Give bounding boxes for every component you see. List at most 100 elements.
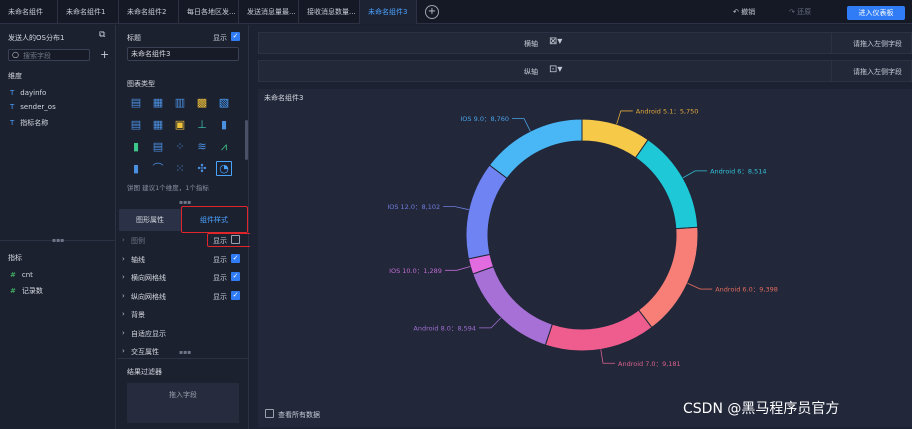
slice-label: Android 7.0：9,181 bbox=[618, 360, 681, 368]
y-axis-label: 纵轴 bbox=[524, 68, 538, 76]
treemap-icon[interactable]: ▩ bbox=[195, 97, 209, 108]
view-all-checkbox[interactable] bbox=[265, 409, 274, 418]
multi-column-icon[interactable]: ▮ bbox=[129, 163, 143, 174]
grouped-column-icon[interactable]: ▮ bbox=[129, 141, 143, 152]
panel-divider bbox=[117, 358, 249, 359]
donut-chart: Android 5.1：5,750 Android 6：8,514 Android … bbox=[387, 107, 778, 368]
style-row-label[interactable]: 横向网格线 bbox=[131, 273, 166, 283]
x-axis-shelf[interactable]: 横轴 ⊠▾ 请拖入左侧字段 bbox=[258, 32, 912, 54]
watermark: CSDN @黑马程序员官方 bbox=[683, 401, 840, 417]
crosstab-icon[interactable]: ▦ bbox=[151, 97, 165, 108]
slice-label: IOS 10.0：1,289 bbox=[389, 267, 442, 275]
highlight-box bbox=[181, 206, 248, 233]
measure-item[interactable]: # cnt bbox=[10, 271, 33, 279]
field-search-input[interactable]: ○ 搜索字段 bbox=[8, 49, 90, 61]
add-field-button[interactable]: + bbox=[100, 48, 109, 61]
cluster-icon[interactable]: ✣ bbox=[195, 163, 209, 174]
pie-slice[interactable] bbox=[544, 309, 653, 352]
drag-handle-icon[interactable]: ▪▪▪ bbox=[52, 237, 64, 244]
waterfall-icon[interactable]: ≋ bbox=[195, 141, 209, 152]
tab-item[interactable]: 未命名组件 bbox=[0, 0, 58, 24]
tab-item[interactable]: 每日各地区发... bbox=[179, 0, 239, 24]
redo-button[interactable]: ↷ 还原 bbox=[789, 0, 811, 24]
chart-grid-scrollbar[interactable] bbox=[245, 120, 248, 160]
add-tab-button[interactable]: + bbox=[425, 5, 439, 19]
drag-handle-icon[interactable]: ▪▪▪ bbox=[179, 199, 191, 206]
pie-slice[interactable] bbox=[465, 164, 508, 260]
area-icon[interactable]: ⌒ bbox=[151, 163, 165, 174]
tab-item[interactable]: 未命名组件1 bbox=[58, 0, 119, 24]
chevron-right-icon[interactable]: › bbox=[122, 310, 125, 318]
undo-icon: ↶ bbox=[733, 8, 742, 16]
kpi-icon[interactable]: ▧ bbox=[217, 97, 231, 108]
title-label: 标题 bbox=[127, 34, 141, 42]
tab-item[interactable]: 发送消息量最... bbox=[239, 0, 299, 24]
chart-canvas: 未命名组件3 Android 5.1：5,750 Android 6：8,514 A… bbox=[258, 89, 912, 427]
slice-leader-line bbox=[600, 349, 616, 364]
stacked-bar-icon[interactable]: ▦ bbox=[151, 119, 165, 130]
y-axis-settings-icon[interactable]: ⊡▾ bbox=[549, 64, 562, 75]
slice-label: Android 5.1：5,750 bbox=[636, 107, 699, 115]
undo-label: 撤销 bbox=[741, 8, 756, 16]
column-icon[interactable]: ▮ bbox=[217, 119, 231, 130]
x-axis-settings-icon[interactable]: ⊠▾ bbox=[549, 36, 562, 47]
pie-slice[interactable] bbox=[472, 265, 553, 346]
chevron-right-icon[interactable]: › bbox=[122, 255, 125, 263]
drag-handle-icon[interactable]: ▪▪▪ bbox=[179, 349, 191, 356]
text-type-icon: T bbox=[10, 103, 15, 111]
line-icon[interactable]: ⩘ bbox=[217, 141, 231, 152]
view-all-label: 查看所有数据 bbox=[278, 411, 320, 419]
bubble-icon[interactable]: ⁙ bbox=[173, 163, 187, 174]
tab-graphic-attributes[interactable]: 图形属性 bbox=[119, 209, 181, 231]
bar-icon[interactable]: ▤ bbox=[129, 119, 143, 130]
pie-icon[interactable]: ◔ bbox=[216, 161, 232, 176]
style-row-show-label: 显示 bbox=[213, 274, 227, 282]
number-type-icon: # bbox=[10, 271, 16, 279]
slice-leader-line bbox=[444, 266, 471, 271]
pie-slice[interactable] bbox=[637, 226, 699, 329]
scatter-icon[interactable]: ⁘ bbox=[173, 141, 187, 152]
style-row-checkbox[interactable]: ✓ bbox=[231, 254, 240, 263]
filter-drop-zone[interactable]: 拖入字段 bbox=[127, 383, 239, 423]
tab-item[interactable]: 接收消息数量... bbox=[299, 0, 360, 24]
style-row-checkbox[interactable]: ✓ bbox=[231, 291, 240, 300]
detail-table-icon[interactable]: ▥ bbox=[173, 97, 187, 108]
switch-dataset-icon[interactable]: ⧉ bbox=[99, 30, 105, 40]
dimension-item[interactable]: Tsender_os bbox=[10, 103, 56, 111]
table-icon[interactable]: ▤ bbox=[129, 97, 143, 108]
style-row-label[interactable]: 纵向网格线 bbox=[131, 292, 166, 302]
bar-group-icon[interactable]: ▤ bbox=[151, 141, 165, 152]
measure-name: cnt bbox=[21, 271, 33, 279]
undo-button[interactable]: ↶ 撤销 bbox=[733, 0, 755, 24]
heatmap-icon[interactable]: ▣ bbox=[173, 119, 187, 130]
style-row-label[interactable]: 交互属性 bbox=[131, 347, 159, 357]
style-row-label[interactable]: 背景 bbox=[131, 310, 145, 320]
tab-item[interactable]: 未命名组件2 bbox=[119, 0, 179, 24]
enter-dashboard-button[interactable]: 进入仪表板 bbox=[847, 6, 905, 20]
title-input[interactable]: 未命名组件3 bbox=[127, 47, 239, 61]
pie-slice[interactable] bbox=[634, 138, 699, 230]
pie-slice[interactable] bbox=[581, 118, 649, 159]
chevron-right-icon[interactable]: › bbox=[122, 236, 125, 244]
chevron-right-icon[interactable]: › bbox=[122, 347, 125, 355]
style-row-label[interactable]: 自适应显示 bbox=[131, 329, 166, 339]
tab-bar: 未命名组件 未命名组件1 未命名组件2 每日各地区发... 发送消息量最... … bbox=[0, 0, 912, 24]
style-row-checkbox[interactable]: ✓ bbox=[231, 272, 240, 281]
pie-slice[interactable] bbox=[488, 118, 583, 180]
slice-leader-line bbox=[616, 110, 633, 125]
dimension-item[interactable]: T 指标名称 bbox=[10, 118, 48, 128]
chevron-right-icon[interactable]: › bbox=[122, 329, 125, 337]
text-type-icon: T bbox=[10, 119, 15, 127]
slice-leader-line bbox=[512, 118, 531, 132]
dimension-item[interactable]: Tdayinfo bbox=[10, 89, 46, 97]
chevron-right-icon[interactable]: › bbox=[122, 273, 125, 281]
chevron-right-icon[interactable]: › bbox=[122, 292, 125, 300]
chart-editor-area: 横轴 ⊠▾ 请拖入左侧字段 纵轴 ⊡▾ 请拖入左侧字段 未命名组件3 Andro… bbox=[250, 25, 912, 429]
tab-item-active[interactable]: 未命名组件3 bbox=[360, 0, 417, 24]
measure-item[interactable]: # 记录数 bbox=[10, 286, 43, 296]
style-row-label[interactable]: 轴线 bbox=[131, 255, 145, 265]
y-axis-shelf[interactable]: 纵轴 ⊡▾ 请拖入左侧字段 bbox=[258, 60, 912, 82]
title-show-checkbox[interactable]: ✓ bbox=[231, 32, 240, 41]
style-row-label[interactable]: 图例 bbox=[131, 236, 145, 246]
tree-icon[interactable]: ⊥ bbox=[195, 119, 209, 130]
